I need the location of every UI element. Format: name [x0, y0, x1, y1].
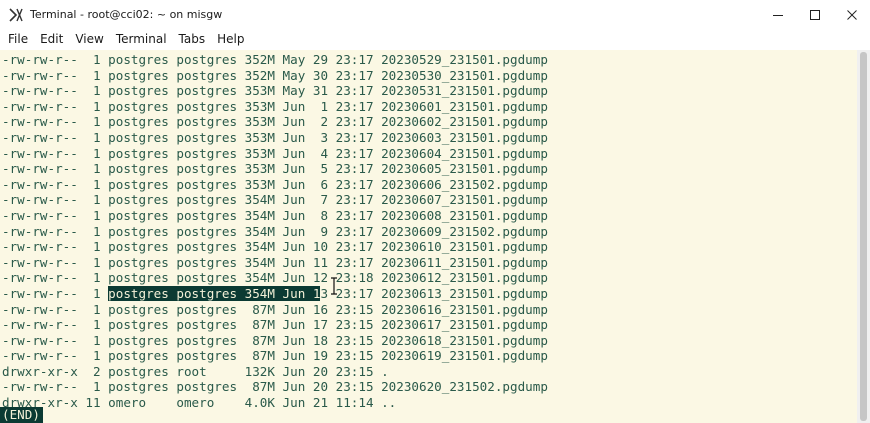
close-button[interactable] — [833, 0, 870, 29]
terminal-line: -rw-rw-r-- 1 postgres postgres 87M Jun 1… — [2, 317, 548, 333]
ibeam-cursor-icon — [331, 277, 337, 295]
line-text: -rw-rw-r-- 1 postgres postgres 353M May … — [2, 83, 548, 99]
menu-view[interactable]: View — [69, 29, 109, 49]
line-text: drwxr-xr-x 2 postgres root 132K Jun 20 2… — [2, 363, 389, 379]
terminal-line: -rw-rw-r-- 1 postgres postgres 87M Jun 2… — [2, 379, 548, 395]
line-text: -rw-rw-r-- 1 postgres postgres 87M Jun 1… — [2, 317, 548, 333]
maximize-icon — [809, 9, 820, 20]
terminal-line: -rw-rw-r-- 1 postgres postgres 353M Jun … — [2, 114, 548, 130]
menu-bar: File Edit View Terminal Tabs Help — [0, 29, 870, 49]
terminal-output[interactable]: -rw-rw-r-- 1 postgres postgres 352M May … — [0, 50, 857, 423]
line-text: -rw-rw-r-- 1 postgres postgres 352M May … — [2, 67, 548, 83]
line-text: -rw-rw-r-- 1 postgres postgres 354M Jun … — [2, 254, 548, 270]
terminal-lines: -rw-rw-r-- 1 postgres postgres 352M May … — [2, 52, 548, 411]
terminal-line: -rw-rw-r-- 1 postgres postgres 87M Jun 1… — [2, 333, 548, 349]
line-text: -rw-rw-r-- 1 postgres postgres 353M Jun … — [2, 176, 548, 192]
line-text: -rw-rw-r-- 1 postgres postgres 353M Jun … — [2, 98, 548, 114]
vertical-scrollbar[interactable] — [857, 50, 870, 423]
line-text: -rw-rw-r-- 1 postgres postgres 87M Jun 1… — [2, 348, 548, 364]
pager-end-status: (END) — [0, 407, 43, 423]
line-text: -rw-rw-r-- 1 postgres postgres 87M Jun 2… — [2, 379, 548, 395]
line-text: -rw-rw-r-- 1 postgres postgres 353M Jun … — [2, 145, 548, 161]
menu-file[interactable]: File — [2, 29, 34, 49]
terminal-line: -rw-rw-r-- 1 postgres postgres 353M Jun … — [2, 99, 548, 115]
terminal-line: -rw-rw-r-- 1 postgres postgres 354M Jun … — [2, 192, 548, 208]
terminal-line: -rw-rw-r-- 1 postgres postgres 354M Jun … — [2, 255, 548, 271]
menu-terminal[interactable]: Terminal — [110, 29, 173, 49]
terminal-x-icon — [5, 4, 27, 26]
menu-tabs[interactable]: Tabs — [173, 29, 212, 49]
minimize-icon — [772, 14, 783, 16]
terminal-line: -rw-rw-r-- 1 postgres postgres 352M May … — [2, 52, 548, 68]
line-text: -rw-rw-r-- 1 postgres postgres 354M Jun … — [2, 270, 548, 286]
scrollbar-thumb[interactable] — [860, 52, 867, 421]
line-text: -rw-rw-r-- 1 postgres postgres 353M Jun … — [2, 129, 548, 145]
line-text: -rw-rw-r-- 1 postgres postgres 354M Jun … — [2, 223, 548, 239]
selected-text: postgres postgres 354M Jun 1 — [108, 285, 321, 301]
minimize-button[interactable] — [759, 0, 796, 29]
line-text: drwxr-xr-x 11 omero omero 4.0K Jun 21 11… — [2, 395, 397, 411]
window-controls — [759, 0, 870, 29]
menu-edit[interactable]: Edit — [34, 29, 69, 49]
line-text: -rw-rw-r-- 1 — [2, 285, 109, 301]
line-text: -rw-rw-r-- 1 postgres postgres 352M May … — [2, 52, 548, 67]
terminal-line: -rw-rw-r-- 1 postgres postgres 353M Jun … — [2, 177, 548, 193]
terminal-line: drwxr-xr-x 2 postgres root 132K Jun 20 2… — [2, 364, 548, 380]
terminal-line: -rw-rw-r-- 1 postgres postgres 354M Jun … — [2, 239, 548, 255]
menu-help[interactable]: Help — [211, 29, 250, 49]
line-text-tail: 3 23:17 20230613_231501.pgdump — [320, 285, 548, 301]
title-bar[interactable]: Terminal - root@cci02: ~ on misgw — [0, 0, 870, 29]
line-text: -rw-rw-r-- 1 postgres postgres 87M Jun 1… — [2, 301, 548, 317]
line-text: -rw-rw-r-- 1 postgres postgres 354M Jun … — [2, 192, 548, 208]
window-title: Terminal - root@cci02: ~ on misgw — [30, 8, 223, 21]
terminal-line: -rw-rw-r-- 1 postgres postgres 87M Jun 1… — [2, 348, 548, 364]
terminal-line: drwxr-xr-x 11 omero omero 4.0K Jun 21 11… — [2, 395, 548, 411]
terminal-line: -rw-rw-r-- 1 postgres postgres 352M May … — [2, 68, 548, 84]
terminal-line: -rw-rw-r-- 1 postgres postgres 353M May … — [2, 83, 548, 99]
terminal-line: -rw-rw-r-- 1 postgres postgres 354M Jun … — [2, 270, 548, 286]
terminal-line: -rw-rw-r-- 1 postgres postgres 353M Jun … — [2, 161, 548, 177]
line-text: -rw-rw-r-- 1 postgres postgres 353M Jun … — [2, 114, 548, 130]
terminal-line: -rw-rw-r-- 1 postgres postgres 354M Jun … — [2, 208, 548, 224]
line-text: -rw-rw-r-- 1 postgres postgres 353M Jun … — [2, 161, 548, 177]
line-text: -rw-rw-r-- 1 postgres postgres 354M Jun … — [2, 239, 548, 255]
terminal-line: -rw-rw-r-- 1 postgres postgres 353M Jun … — [2, 146, 548, 162]
terminal-line: -rw-rw-r-- 1 postgres postgres 354M Jun … — [2, 285, 548, 302]
maximize-button[interactable] — [796, 0, 833, 29]
line-text: -rw-rw-r-- 1 postgres postgres 87M Jun 1… — [2, 332, 548, 348]
terminal-line: -rw-rw-r-- 1 postgres postgres 353M Jun … — [2, 130, 548, 146]
terminal-line: -rw-rw-r-- 1 postgres postgres 87M Jun 1… — [2, 302, 548, 318]
line-text: -rw-rw-r-- 1 postgres postgres 354M Jun … — [2, 207, 548, 223]
close-icon — [846, 9, 857, 20]
terminal-line: -rw-rw-r-- 1 postgres postgres 354M Jun … — [2, 224, 548, 240]
